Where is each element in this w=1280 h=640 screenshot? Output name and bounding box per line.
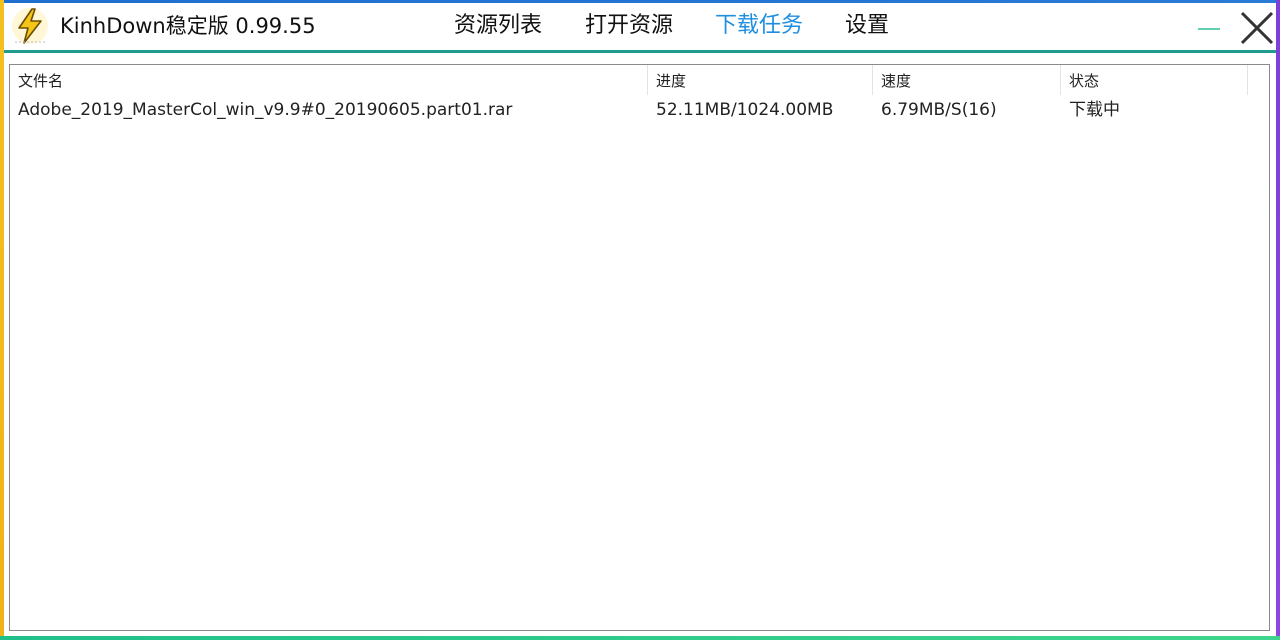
- window-border-left: [0, 0, 4, 640]
- close-button[interactable]: [1238, 9, 1276, 47]
- tab-settings[interactable]: 设置: [845, 11, 889, 41]
- app-title: KinhDown稳定版 0.99.55: [60, 14, 316, 38]
- app-window: KinhDown稳定版 0.99.55 资源列表 打开资源 下载任务 设置 文件…: [0, 0, 1280, 640]
- window-border-right: [1276, 0, 1280, 640]
- window-border-bottom: [0, 636, 1280, 640]
- table-row[interactable]: Adobe_2019_MasterCol_win_v9.9#0_20190605…: [10, 96, 1269, 124]
- cell-filename: Adobe_2019_MasterCol_win_v9.9#0_20190605…: [18, 100, 513, 120]
- column-header-speed[interactable]: 速度: [873, 65, 1061, 95]
- cell-progress: 52.11MB/1024.00MB: [656, 100, 834, 120]
- lightning-bolt-icon: [12, 8, 48, 44]
- minimize-button[interactable]: [1194, 13, 1224, 43]
- cell-status: 下载中: [1069, 100, 1120, 120]
- close-icon: [1240, 11, 1274, 45]
- minimize-icon: [1198, 28, 1220, 30]
- column-header-progress[interactable]: 进度: [648, 65, 873, 95]
- column-header-filename[interactable]: 文件名: [10, 65, 648, 95]
- title-bar[interactable]: KinhDown稳定版 0.99.55 资源列表 打开资源 下载任务 设置: [4, 3, 1276, 50]
- title-separator: [4, 50, 1276, 53]
- tab-download-tasks[interactable]: 下载任务: [715, 11, 803, 41]
- list-header: 文件名 进度 速度 状态: [10, 65, 1269, 95]
- tab-open-resource[interactable]: 打开资源: [585, 11, 673, 41]
- tab-resource-list[interactable]: 资源列表: [454, 11, 542, 41]
- column-header-status[interactable]: 状态: [1061, 65, 1248, 95]
- download-task-list[interactable]: 文件名 进度 速度 状态 Adobe_2019_MasterCol_win_v9…: [9, 64, 1270, 631]
- cell-speed: 6.79MB/S(16): [881, 100, 997, 120]
